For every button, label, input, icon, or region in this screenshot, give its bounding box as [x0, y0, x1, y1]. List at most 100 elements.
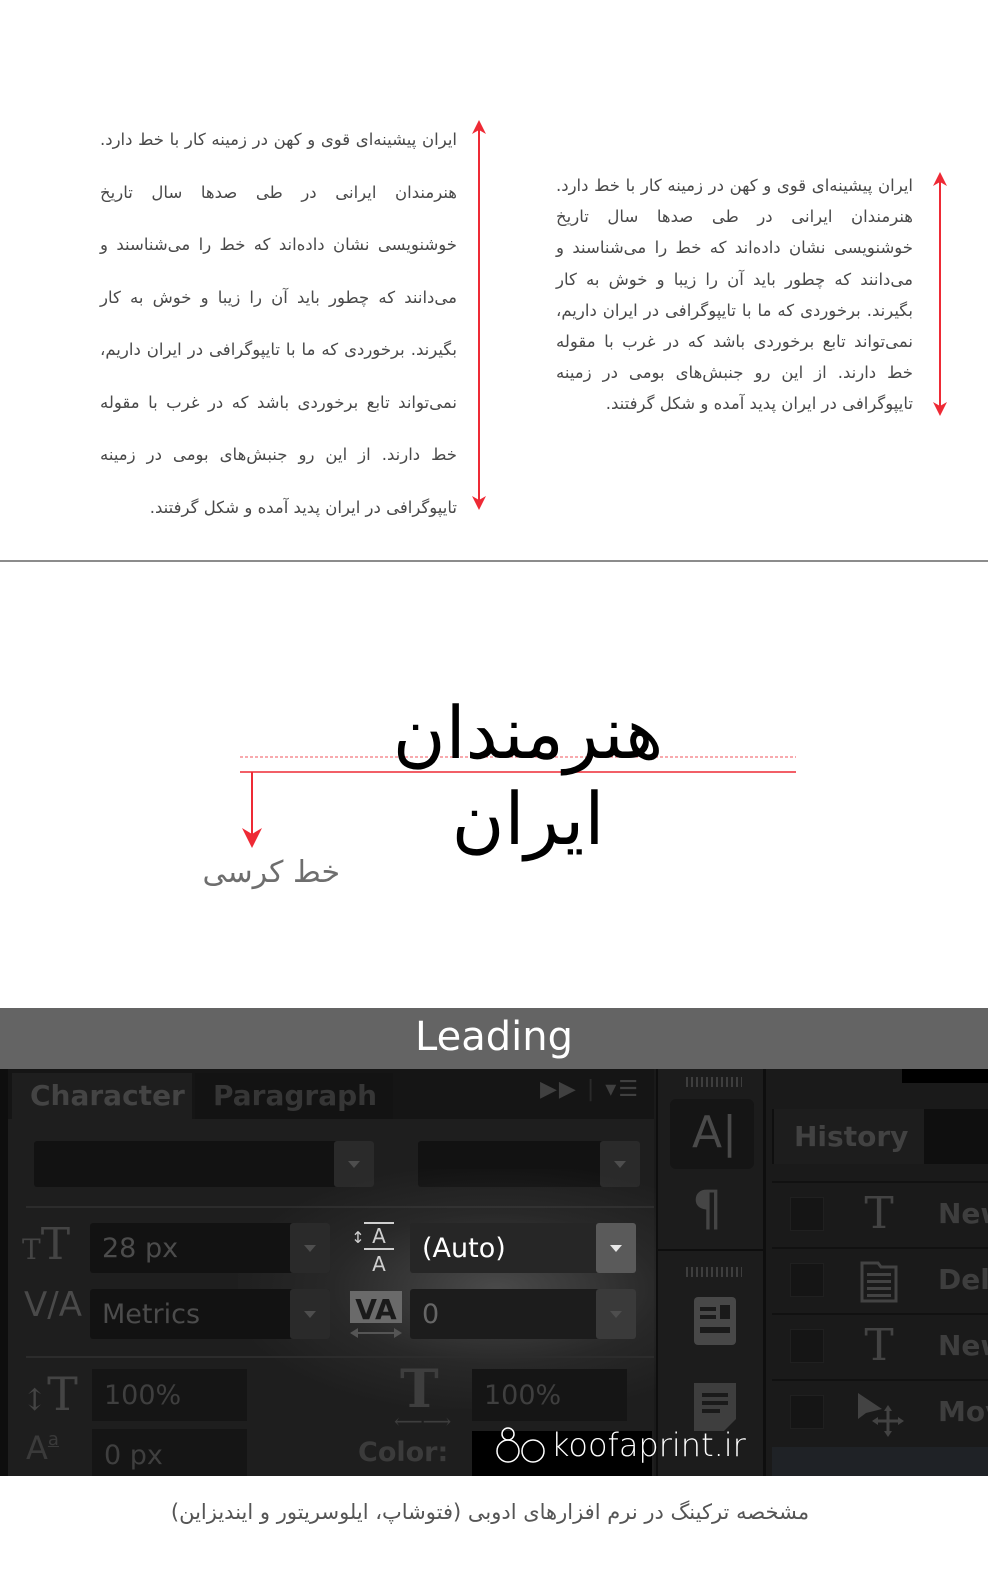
history-checkbox[interactable]: [790, 1263, 824, 1297]
kerning-icon: V/A: [24, 1285, 82, 1325]
paragraph-icon[interactable]: ¶: [692, 1181, 723, 1237]
leading-icon: A A ↕: [352, 1222, 394, 1276]
history-row-label: Dele: [938, 1263, 988, 1296]
divider-icon: |: [586, 1077, 597, 1102]
history-row-selected[interactable]: [772, 1447, 988, 1476]
panel-menu-icon[interactable]: ▾☰: [605, 1077, 640, 1102]
paragraph-line: خوشنویسی نشان داده‌اند که خط را می‌شناسن…: [556, 238, 913, 258]
paragraph-line: تایپوگرافی در ایران پدید آمده و شکل گرفت…: [149, 497, 457, 517]
leading-value: (Auto): [422, 1232, 506, 1264]
horizontal-scale-field[interactable]: 100%: [472, 1369, 627, 1421]
baseline-sample-text: هنرمندان ایران: [392, 691, 664, 862]
tab-paragraph[interactable]: Paragraph: [195, 1073, 393, 1119]
panel-menu-controls: ▶▶ | ▾☰: [540, 1077, 640, 1102]
character-panel-button[interactable]: A|: [670, 1099, 754, 1169]
kerning-value: Metrics: [102, 1298, 201, 1330]
chevron-down-icon[interactable]: [334, 1141, 374, 1187]
figure-caption: مشخصه ترکینگ در نرم افزارهای ادوبی (فتوش…: [170, 1500, 810, 1524]
svg-text:A: A: [372, 1252, 386, 1276]
move-icon: [858, 1393, 904, 1437]
type-icon: T: [864, 1188, 894, 1239]
panel-header-fill: [902, 1069, 988, 1083]
font-style-dropdown[interactable]: [418, 1141, 640, 1187]
paragraph-line: خط دارند. از این رو جنبش‌های بومی در زمی…: [556, 363, 913, 383]
history-checkbox[interactable]: [790, 1197, 824, 1231]
horizontal-arrows-icon: ⟵⟶: [394, 1409, 452, 1433]
horizontal-scale-value: 100%: [484, 1379, 562, 1411]
photoshop-panel-screenshot: Character Paragraph ▶▶ | ▾☰ TT 28 px A A…: [0, 1069, 988, 1476]
baseline-shift-field[interactable]: 0 px: [92, 1429, 247, 1476]
grip-handle[interactable]: [686, 1267, 742, 1277]
section-divider: [0, 560, 988, 562]
grip-handle[interactable]: [686, 1077, 742, 1087]
baseline-label: خط کرسی: [202, 855, 340, 890]
character-icon: A|: [692, 1107, 737, 1158]
divider: [658, 1249, 763, 1251]
kerning-dropdown[interactable]: Metrics: [90, 1289, 330, 1339]
panel-icon-strip: A| ¶: [656, 1069, 766, 1476]
leading-dropdown[interactable]: (Auto): [410, 1223, 636, 1273]
baseline-shift-icon: Aa: [26, 1429, 59, 1467]
color-label: Color:: [358, 1437, 449, 1468]
svg-text:VA: VA: [355, 1293, 397, 1326]
paragraph-styles-icon[interactable]: [694, 1297, 736, 1347]
history-checkbox[interactable]: [790, 1395, 824, 1429]
chevron-down-icon[interactable]: [596, 1223, 636, 1273]
svg-text:↕: ↕: [352, 1228, 365, 1247]
chevron-down-icon[interactable]: [290, 1289, 330, 1339]
paragraph-line: ایران پیشینه‌ای قوی و کهن در زمینه کار ب…: [100, 130, 457, 149]
tab-history[interactable]: History: [774, 1109, 924, 1164]
baseline-shift-value: 0 px: [104, 1439, 163, 1471]
panel-edge: [0, 1069, 8, 1476]
history-row-label: New: [938, 1197, 988, 1230]
divider: [26, 1206, 654, 1208]
paragraph-line: نمی‌تواند تابع برخوردی باشد که در غرب با…: [100, 392, 457, 412]
font-size-value: 28 px: [102, 1232, 179, 1264]
paragraph-line: هنرمندان ایرانی در طی صدها سال تاریخ: [556, 207, 913, 227]
loose-leading-arrow-icon: [472, 120, 486, 510]
history-row-label: New: [938, 1329, 988, 1362]
paragraph-line: ایران پیشینه‌ای قوی و کهن در زمینه کار ب…: [556, 176, 913, 195]
chevron-down-icon[interactable]: [596, 1289, 636, 1339]
type-icon: T: [864, 1320, 894, 1371]
history-checkbox[interactable]: [790, 1329, 824, 1363]
tight-leading-paragraph: ایران پیشینه‌ای قوی و کهن در زمینه کار ب…: [556, 170, 913, 420]
history-row[interactable]: T New: [772, 1313, 988, 1379]
paragraph-line: تایپوگرافی در ایران پدید آمده و شکل گرفت…: [605, 394, 913, 414]
paragraph-line: خوشنویسی نشان داده‌اند که خط را می‌شناسن…: [100, 235, 457, 254]
paragraph-line: نمی‌تواند تابع برخوردی باشد که در غرب با…: [556, 332, 913, 352]
collapse-icon[interactable]: ▶▶: [540, 1077, 578, 1102]
paragraph-line: می‌دانند که چطور باید آن را زیبا و خوش ب…: [100, 287, 457, 307]
font-size-dropdown[interactable]: 28 px: [90, 1223, 330, 1273]
history-row[interactable]: Dele: [772, 1247, 988, 1313]
history-panel: History T New Dele T New: [772, 1069, 988, 1476]
watermark-text: koofaprint.ir: [551, 1426, 746, 1464]
history-row-label: Mov: [938, 1395, 988, 1428]
watermark: koofaprint.ir: [495, 1420, 746, 1470]
character-panel: Character Paragraph ▶▶ | ▾☰ TT 28 px A A…: [8, 1069, 708, 1476]
history-row[interactable]: T New: [772, 1181, 988, 1247]
svg-text:A: A: [372, 1224, 386, 1248]
chevron-down-icon[interactable]: [290, 1223, 330, 1273]
paragraph-line: بگیرند. برخوردی که ما با تایپوگرافی در ا…: [100, 340, 457, 359]
loose-leading-paragraph: ایران پیشینه‌ای قوی و کهن در زمینه کار ب…: [100, 114, 457, 534]
chevron-down-icon[interactable]: [600, 1141, 640, 1187]
vertical-scale-value: 100%: [104, 1379, 182, 1411]
paragraph-line: بگیرند. برخوردی که ما با تایپوگرافی در ا…: [556, 300, 913, 320]
tracking-dropdown[interactable]: 0: [410, 1289, 636, 1339]
tight-leading-arrow-icon: [933, 172, 947, 416]
tab-character[interactable]: Character: [12, 1073, 192, 1119]
font-size-icon: TT: [22, 1219, 71, 1270]
paragraph-line: می‌دانند که چطور باید آن را زیبا و خوش ب…: [556, 269, 913, 289]
leading-banner: Leading: [0, 1008, 988, 1069]
vertical-scale-icon: ↕T: [22, 1367, 78, 1421]
tab-bar: Character Paragraph ▶▶ | ▾☰: [8, 1069, 654, 1119]
tracking-icon: VA: [350, 1291, 402, 1338]
history-row[interactable]: Mov: [772, 1379, 988, 1445]
vertical-scale-field[interactable]: 100%: [92, 1369, 247, 1421]
paragraph-line: خط دارند. از این رو جنبش‌های بومی در زمی…: [100, 445, 457, 464]
font-family-dropdown[interactable]: [34, 1141, 374, 1187]
divider: [26, 1356, 654, 1358]
paragraph-line: هنرمندان ایرانی در طی صدها سال تاریخ: [100, 182, 457, 202]
document-icon: [860, 1261, 898, 1303]
